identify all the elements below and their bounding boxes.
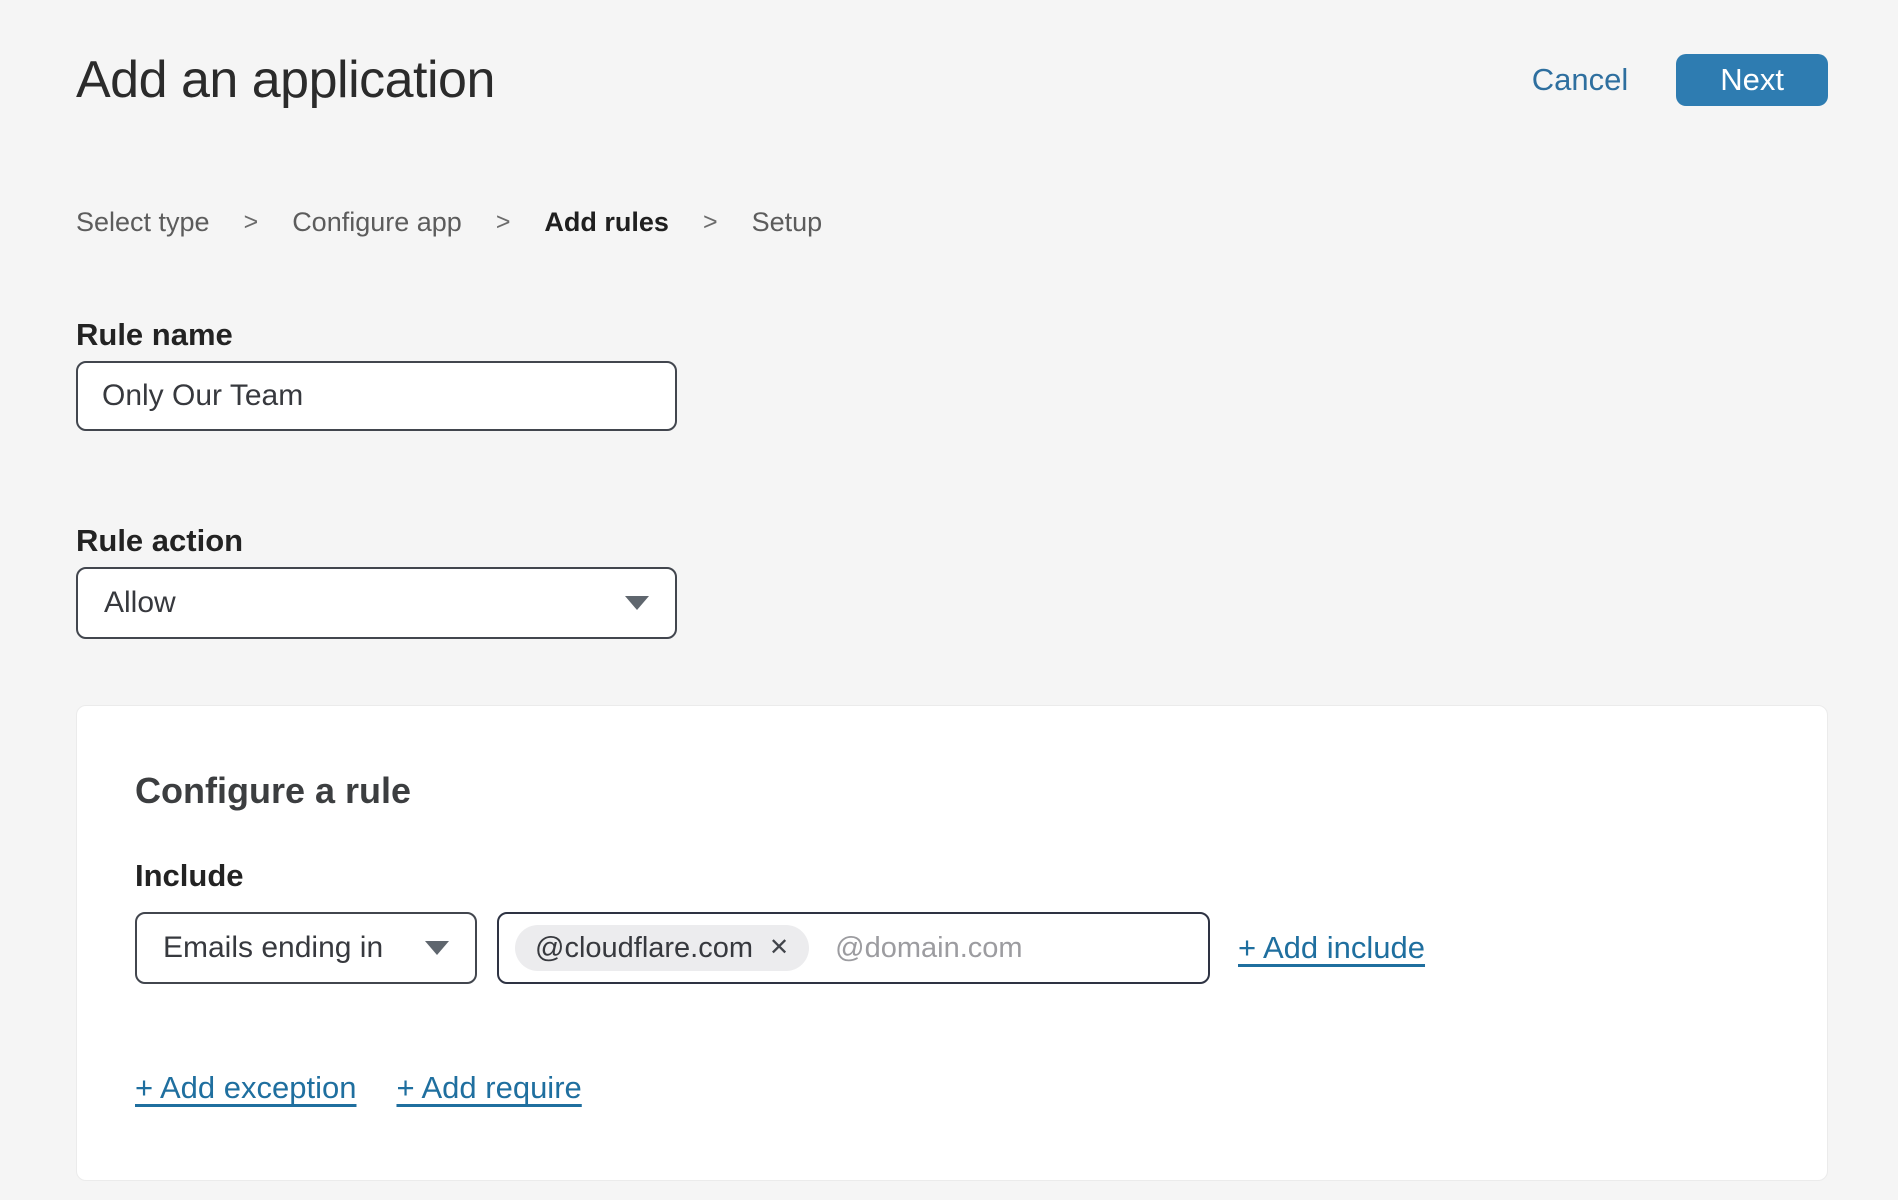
breadcrumb: Select type > Configure app > Add rules … (76, 207, 1828, 238)
include-selector-value: Emails ending in (163, 931, 383, 965)
email-domain-text-entry[interactable] (835, 932, 1196, 965)
page-title: Add an application (76, 50, 495, 110)
add-exception-link[interactable]: + Add exception (135, 1070, 356, 1106)
breadcrumb-step-select-type[interactable]: Select type (76, 207, 210, 238)
breadcrumb-separator: > (703, 208, 718, 237)
page-container: Add an application Cancel Next Select ty… (76, 0, 1828, 1181)
email-domain-chip: @cloudflare.com ✕ (515, 925, 809, 971)
breadcrumb-step-add-rules[interactable]: Add rules (544, 207, 669, 238)
breadcrumb-separator: > (244, 208, 259, 237)
add-require-link[interactable]: + Add require (396, 1070, 581, 1106)
card-links-row: + Add exception + Add require (135, 1070, 1767, 1106)
add-include-link[interactable]: + Add include (1238, 930, 1425, 966)
chevron-down-icon (625, 596, 649, 610)
card-heading: Configure a rule (135, 770, 1767, 812)
next-button[interactable]: Next (1676, 54, 1828, 106)
page-header: Add an application Cancel Next (76, 0, 1828, 110)
rule-name-section: Rule name (76, 317, 1828, 431)
header-actions: Cancel Next (1532, 54, 1828, 106)
rule-action-section: Rule action Allow (76, 523, 1828, 639)
breadcrumb-separator: > (496, 208, 511, 237)
configure-rule-card: Configure a rule Include Emails ending i… (76, 705, 1828, 1181)
include-value-input[interactable]: @cloudflare.com ✕ (497, 912, 1210, 984)
cancel-button[interactable]: Cancel (1532, 62, 1629, 98)
include-selector-select[interactable]: Emails ending in (135, 912, 477, 984)
email-domain-chip-text: @cloudflare.com (535, 932, 753, 965)
rule-action-select[interactable]: Allow (76, 567, 677, 639)
remove-chip-icon[interactable]: ✕ (769, 936, 789, 960)
rule-action-selected-value: Allow (104, 586, 176, 620)
breadcrumb-step-configure-app[interactable]: Configure app (292, 207, 462, 238)
chevron-down-icon (425, 941, 449, 955)
rule-name-input[interactable] (76, 361, 677, 431)
include-rule-row: Emails ending in @cloudflare.com ✕ + Add… (135, 912, 1767, 984)
rule-name-label: Rule name (76, 317, 1828, 353)
include-label: Include (135, 858, 1767, 894)
breadcrumb-step-setup[interactable]: Setup (752, 207, 823, 238)
rule-action-label: Rule action (76, 523, 1828, 559)
